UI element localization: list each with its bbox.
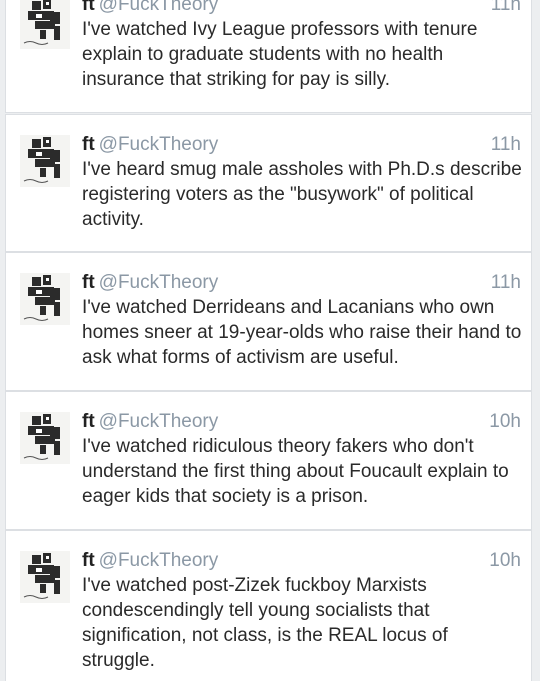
avatar[interactable] (20, 551, 70, 603)
tweet-header: ft @FuckTheory 10h (82, 549, 521, 573)
user-handle[interactable]: @FuckTheory (99, 411, 219, 432)
user-handle[interactable]: @FuckTheory (99, 0, 219, 15)
tweet-text: I've heard smug male assholes with Ph.D.… (82, 159, 522, 230)
timestamp[interactable]: 10h (489, 549, 521, 573)
timestamp[interactable]: 11h (491, 271, 521, 295)
avatar[interactable] (20, 412, 70, 464)
tweet-card[interactable]: ft @FuckTheory 10h I've watched post-Zize… (5, 530, 532, 681)
tweet-card[interactable]: ft @FuckTheory 11h I've heard smug male a… (5, 114, 532, 252)
tweet-text: I've watched post-Zizek fuckboy Marxists… (82, 575, 448, 671)
tweet-header: ft @FuckTheory 10h (82, 410, 521, 434)
tweet-header: ft @FuckTheory 11h (82, 271, 521, 295)
tweet-card[interactable]: ft @FuckTheory 11h I've watched Ivy Leagu… (5, 0, 532, 113)
tweet-header: ft @FuckTheory 11h (82, 133, 521, 157)
user-handle[interactable]: @FuckTheory (99, 272, 219, 293)
tweet-text: I've watched Ivy League professors with … (82, 19, 478, 90)
user-handle[interactable]: @FuckTheory (99, 550, 219, 571)
display-name[interactable]: ft (82, 134, 95, 155)
display-name[interactable]: ft (82, 411, 95, 432)
timestamp[interactable]: 10h (489, 410, 521, 434)
user-handle[interactable]: @FuckTheory (99, 134, 219, 155)
display-name[interactable]: ft (82, 0, 95, 15)
avatar[interactable] (20, 135, 70, 187)
tweet-card[interactable]: ft @FuckTheory 11h I've watched Derridean… (5, 252, 532, 391)
display-name[interactable]: ft (82, 272, 95, 293)
avatar[interactable] (20, 273, 70, 325)
tweet-text: I've watched Derrideans and Lacanians wh… (82, 297, 522, 368)
avatar[interactable] (20, 0, 70, 49)
display-name[interactable]: ft (82, 550, 95, 571)
tweet-header: ft @FuckTheory 11h (82, 0, 521, 17)
tweet-timeline: ft @FuckTheory 11h I've watched Ivy Leagu… (0, 0, 540, 681)
timestamp[interactable]: 11h (491, 133, 521, 157)
tweet-card[interactable]: ft @FuckTheory 10h I've watched ridiculou… (5, 391, 532, 530)
timestamp[interactable]: 11h (491, 0, 521, 17)
tweet-text: I've watched ridiculous theory fakers wh… (82, 436, 509, 507)
